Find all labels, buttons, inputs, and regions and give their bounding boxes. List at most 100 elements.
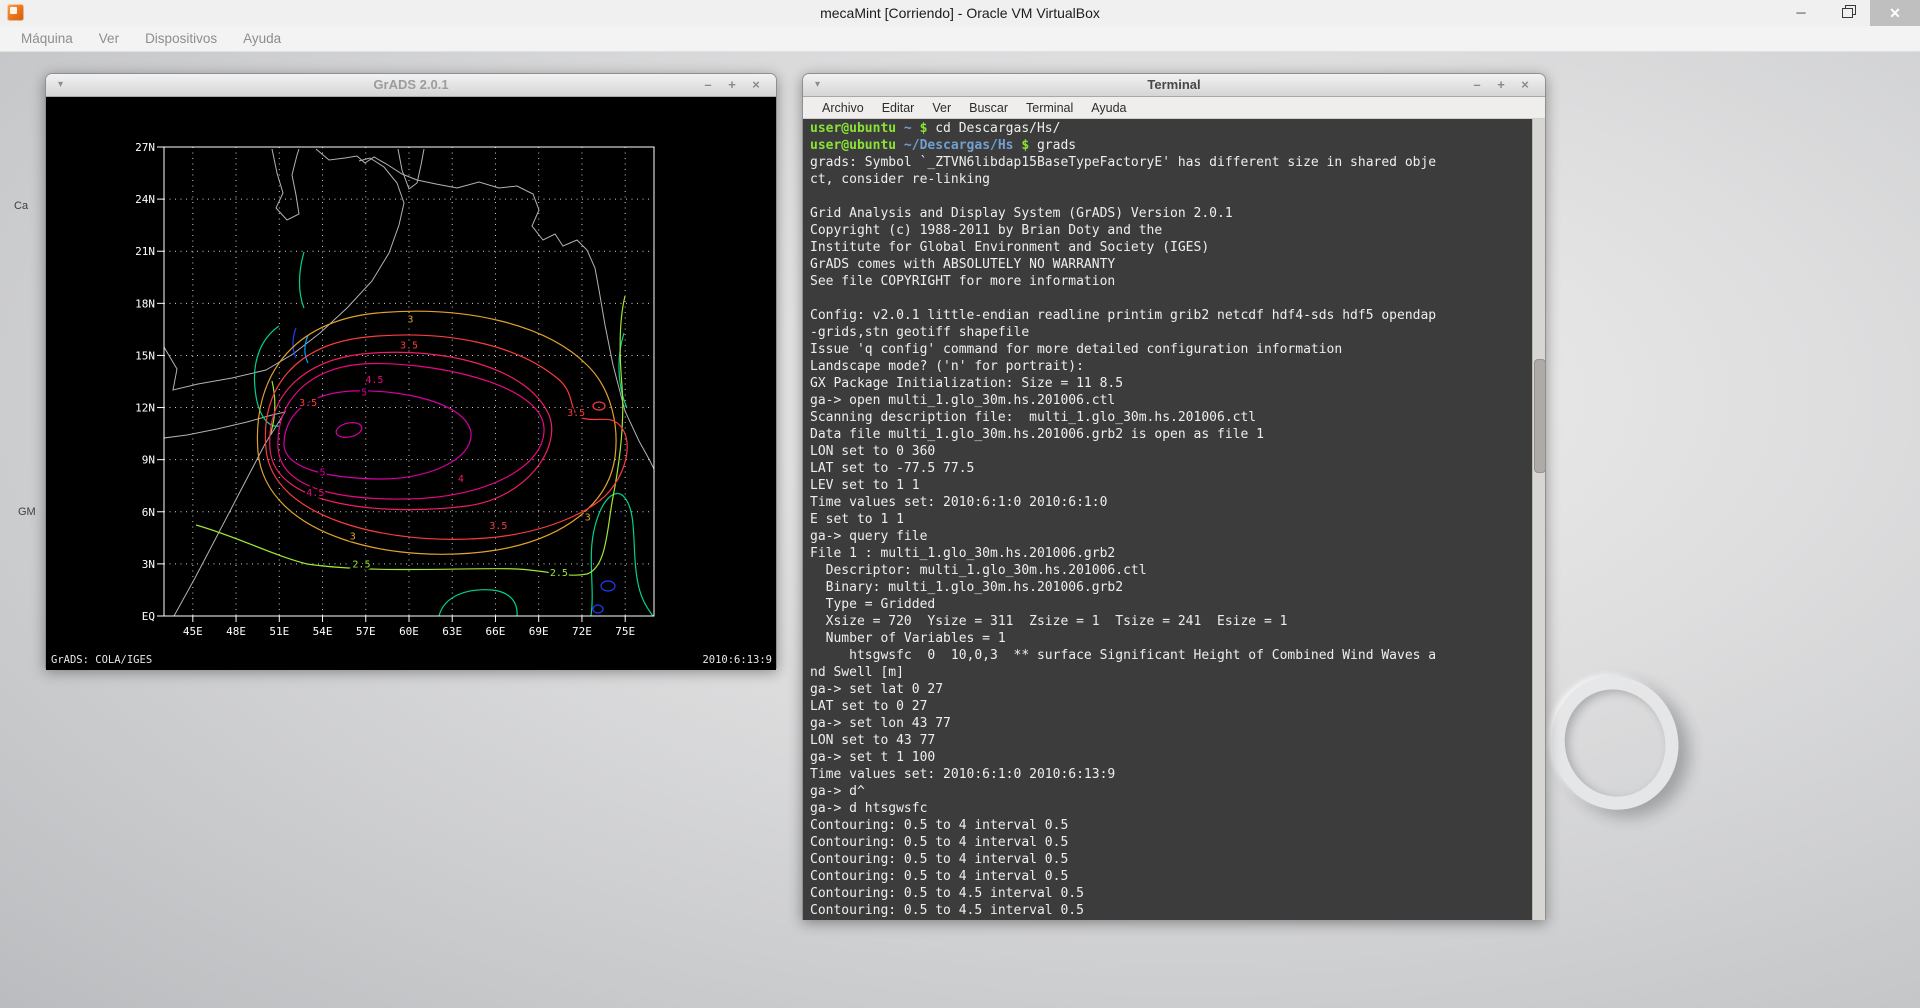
desktop-icon-label[interactable]: GM (18, 506, 36, 518)
grads-close-button[interactable]: × (744, 74, 768, 96)
host-menu-item-dispositivos[interactable]: Dispositivos (132, 31, 230, 46)
terminal-line: See file COPYRIGHT for more information (810, 273, 1531, 290)
terminal-line: Xsize = 720 Ysize = 311 Zsize = 1 Tsize … (810, 613, 1531, 630)
host-menu-item-máquina[interactable]: Máquina (8, 31, 86, 46)
terminal-menubar: ArchivoEditarVerBuscarTerminalAyuda (803, 97, 1545, 119)
terminal-line: user@ubuntu ~ $ cd Descargas/Hs/ (810, 120, 1531, 137)
y-tick-label: 24N (135, 193, 155, 206)
host-close-button[interactable]: ✕ (1870, 0, 1920, 26)
y-tick-label: 15N (135, 349, 155, 362)
host-restore-button[interactable] (1824, 0, 1870, 26)
terminal-line: Type = Gridded (810, 596, 1531, 613)
terminal-maximize-button[interactable]: + (1489, 74, 1513, 96)
x-tick-label: 72E (572, 625, 592, 638)
contour-label: 3.5 (567, 408, 585, 419)
contour-label: 3.5 (299, 398, 317, 409)
contour-label: 4.5 (306, 488, 324, 499)
terminal-line: LAT set to -77.5 77.5 (810, 460, 1531, 477)
terminal-line: grads: Symbol `_ZTVN6libdap15BaseTypeFac… (810, 154, 1531, 171)
terminal-line: ct, consider re-linking (810, 171, 1531, 188)
y-tick-label: 21N (135, 245, 155, 258)
plot-frame (164, 147, 654, 616)
terminal-line: Descriptor: multi_1.glo_30m.hs.201006.ct… (810, 562, 1531, 579)
contour-label: 2.5 (550, 568, 568, 579)
scrollbar-thumb[interactable] (1534, 359, 1545, 473)
terminal-line: Contouring: 0.5 to 4.5 interval 0.5 (810, 902, 1531, 919)
host-menu-item-ayuda[interactable]: Ayuda (230, 31, 294, 46)
terminal-scrollbar[interactable] (1532, 119, 1545, 920)
contour-label: 2.5 (352, 559, 370, 570)
contour-label: 3 (350, 532, 356, 543)
terminal-body[interactable]: user@ubuntu ~ $ cd Descargas/Hs/user@ubu… (803, 119, 1545, 920)
host-menubar: MáquinaVerDispositivosAyuda (0, 26, 1920, 52)
y-tick-label: EQ (142, 610, 155, 623)
terminal-menu-item-ver[interactable]: Ver (923, 101, 960, 115)
guest-desktop: Ca GM ▾ GrADS 2.0.1 –+× (0, 52, 1920, 1008)
terminal-line: Config: v2.0.1 little-endian readline pr… (810, 307, 1531, 324)
terminal-window-controls: –+× (1465, 74, 1537, 96)
contour-label: 4.5 (365, 375, 383, 386)
terminal-line: user@ubuntu ~/Descargas/Hs $ grads (810, 137, 1531, 154)
terminal-menu-item-ayuda[interactable]: Ayuda (1082, 101, 1135, 115)
x-tick-label: 66E (486, 625, 506, 638)
terminal-line: -grids,stn geotiff shapefile (810, 324, 1531, 341)
x-tick-label: 57E (356, 625, 376, 638)
terminal-line: File 1 : multi_1.glo_30m.hs.201006.grb2 (810, 545, 1531, 562)
terminal-menu-item-buscar[interactable]: Buscar (960, 101, 1017, 115)
desktop-icon-label[interactable]: Ca (14, 200, 28, 212)
y-tick-label: 18N (135, 297, 155, 310)
host-menu-item-ver[interactable]: Ver (86, 31, 132, 46)
terminal-line: ga-> set lat 0 27 (810, 681, 1531, 698)
terminal-line: Grid Analysis and Display System (GrADS)… (810, 205, 1531, 222)
restore-icon (1842, 8, 1853, 18)
contour-label: 3.5 (489, 521, 507, 532)
x-tick-label: 51E (269, 625, 289, 638)
terminal-line: Scanning description file: multi_1.glo_3… (810, 409, 1531, 426)
x-tick-label: 45E (183, 625, 203, 638)
terminal-line: ga-> d^ (810, 783, 1531, 800)
grads-maximize-button[interactable]: + (720, 74, 744, 96)
terminal-line: Institute for Global Environment and Soc… (810, 239, 1531, 256)
grads-minimize-button[interactable]: – (696, 74, 720, 96)
terminal-line: ga-> set t 1 100 (810, 749, 1531, 766)
terminal-close-button[interactable]: × (1513, 74, 1537, 96)
y-tick-label: 3N (142, 558, 155, 571)
terminal-menu-item-archivo[interactable]: Archivo (813, 101, 873, 115)
terminal-line: GrADS comes with ABSOLUTELY NO WARRANTY (810, 256, 1531, 273)
x-tick-label: 63E (442, 625, 462, 638)
terminal-line: Time values set: 2010:6:1:0 2010:6:1:0 (810, 494, 1531, 511)
contour-label: 5 (361, 387, 367, 398)
terminal-line: E set to 1 1 (810, 511, 1531, 528)
plot-gridlines (164, 147, 654, 616)
grads-canvas: 45E48E51E54E57E60E63E66E69E72E75EEQ3N6N9… (46, 97, 776, 670)
terminal-line: ga-> set lon 43 77 (810, 715, 1531, 732)
plot-attribution: GrADS: COLA/IGES (51, 654, 152, 666)
grads-titlebar[interactable]: ▾ GrADS 2.0.1 –+× (46, 74, 776, 97)
terminal-window[interactable]: ▾ Terminal –+× ArchivoEditarVerBuscarTer… (802, 73, 1546, 920)
wallpaper-ring-graphic (1534, 660, 1695, 826)
terminal-line: LEV set to 1 1 (810, 477, 1531, 494)
contour-label: 3 (585, 512, 591, 523)
terminal-output: user@ubuntu ~ $ cd Descargas/Hs/user@ubu… (810, 120, 1531, 919)
contour-label: 5 (320, 467, 326, 478)
terminal-titlebar[interactable]: ▾ Terminal –+× (803, 74, 1545, 97)
host-minimize-button[interactable]: ─ (1778, 0, 1824, 26)
plot-timestamp: 2010:6:13:9 (702, 654, 772, 666)
terminal-line: Issue 'q config' command for more detail… (810, 341, 1531, 358)
terminal-line: ga-> d htsgwsfc (810, 800, 1531, 817)
terminal-line: Contouring: 0.5 to 4 interval 0.5 (810, 868, 1531, 885)
terminal-line: nd Swell [m] (810, 664, 1531, 681)
y-tick-label: 9N (142, 454, 155, 467)
grads-window[interactable]: ▾ GrADS 2.0.1 –+× (45, 73, 777, 669)
terminal-line: Contouring: 0.5 to 4 interval 0.5 (810, 851, 1531, 868)
terminal-line: Number of Variables = 1 (810, 630, 1531, 647)
terminal-line: Copyright (c) 1988-2011 by Brian Doty an… (810, 222, 1531, 239)
y-tick-label: 6N (142, 506, 155, 519)
contour-lines (196, 252, 653, 616)
terminal-line: ga-> query file (810, 528, 1531, 545)
terminal-line: Landscape mode? ('n' for portrait): (810, 358, 1531, 375)
terminal-menu-item-editar[interactable]: Editar (873, 101, 924, 115)
terminal-line: htsgwsfc 0 10,0,3 ** surface Significant… (810, 647, 1531, 664)
terminal-minimize-button[interactable]: – (1465, 74, 1489, 96)
terminal-menu-item-terminal[interactable]: Terminal (1017, 101, 1082, 115)
